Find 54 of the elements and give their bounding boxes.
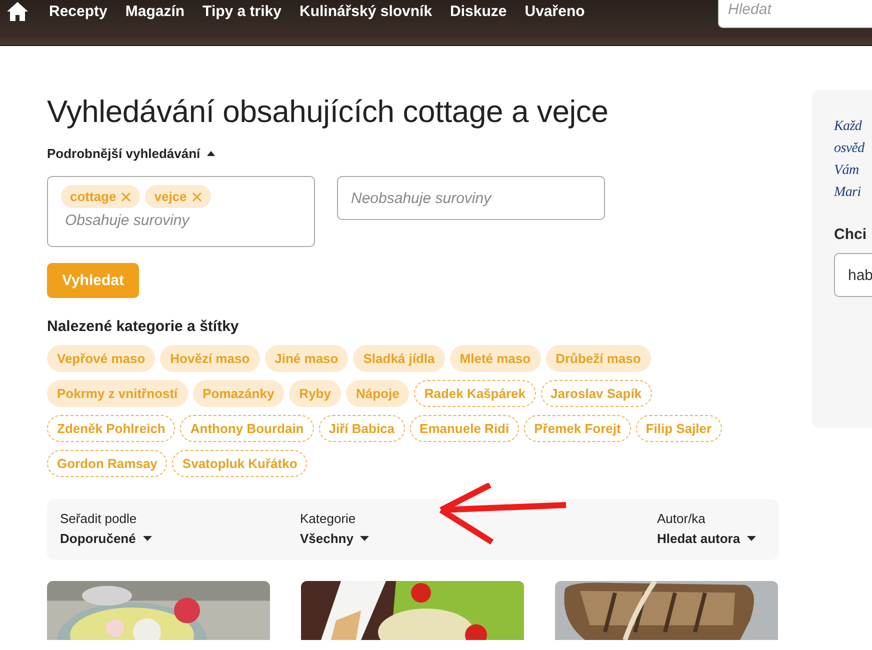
filter-label: Kategorie [300, 511, 357, 526]
nav-link[interactable]: Recepty [49, 3, 108, 20]
caret-icon [207, 151, 216, 156]
nav-link[interactable]: Magazín [125, 3, 185, 20]
category-tag[interactable]: Drůbeží maso [546, 345, 651, 372]
nav-link[interactable]: Kulinářský slovník [299, 3, 432, 20]
filter-label: Seřadit podle [60, 511, 138, 526]
sidebar-input-field[interactable]: hab [834, 253, 872, 297]
filter-dropdown[interactable]: Všechny [300, 531, 370, 546]
author-tag[interactable]: Emanuele Ridi [410, 415, 520, 442]
category-tag[interactable]: Hovězí maso [160, 345, 260, 372]
category-tag[interactable]: Sladká jídla [353, 345, 445, 372]
close-icon[interactable] [192, 192, 202, 202]
author-tag[interactable]: Filip Sajler [636, 415, 722, 442]
exclude-ingredients-field[interactable]: Neobsahuje suroviny [337, 176, 605, 220]
handwritten-note-line: Vám [834, 162, 860, 180]
caret-icon [360, 536, 370, 541]
page-title: Vyhledávání obsahujících cottage a vejce [47, 94, 610, 130]
author-tag[interactable]: Radek Kašpárek [414, 380, 536, 407]
category-tag[interactable]: Pomazánky [192, 380, 284, 407]
nav-link[interactable]: Uvařeno [524, 3, 585, 20]
ingredient-chip[interactable]: cottage [61, 185, 140, 208]
section-heading: Nalezené kategorie a štítky [47, 318, 240, 335]
category-tag[interactable]: Ryby [289, 380, 341, 407]
category-tag[interactable]: Pokrmy z vnitřností [47, 380, 188, 407]
category-tag[interactable]: Nápoje [346, 380, 410, 407]
handwritten-note-line: Mari [834, 184, 862, 202]
handwritten-note-line: Každ [834, 118, 863, 136]
author-tag[interactable]: Anthony Bourdain [180, 415, 314, 442]
search-button[interactable]: Vyhledat [47, 263, 139, 298]
author-tag[interactable]: Gordon Ramsay [47, 450, 168, 477]
sidebar-heading: Chci [834, 226, 868, 243]
category-tag[interactable]: Vepřové maso [47, 345, 156, 372]
home-icon[interactable] [7, 2, 28, 21]
nav-link[interactable]: Diskuze [450, 3, 507, 20]
search-field[interactable]: Hledat [718, 0, 872, 28]
advanced-search-toggle[interactable]: Podrobnější vyhledávání [47, 146, 216, 161]
author-tag[interactable]: Jaroslav Sapík [540, 380, 652, 407]
handwritten-note-line: osvěd [834, 140, 866, 158]
filter-label: Autor/ka [657, 511, 706, 526]
category-tag[interactable]: Mleté maso [450, 345, 541, 372]
nav-link[interactable]: Tipy a triky [202, 3, 282, 20]
ingredient-chip[interactable]: vejce [145, 185, 211, 208]
caret-icon [142, 536, 152, 541]
author-tag[interactable]: Zdeněk Pohlreich [47, 415, 176, 442]
category-tag[interactable]: Jiné maso [264, 345, 348, 372]
author-tag[interactable]: Svatopluk Kuřátko [172, 450, 308, 477]
include-ingredients-field[interactable]: cottage vejce Obsahuje suroviny [47, 176, 315, 247]
filter-dropdown[interactable]: Hledat autora [657, 531, 756, 546]
close-icon[interactable] [121, 192, 132, 202]
author-tag[interactable]: Přemek Forejt [524, 415, 631, 442]
caret-icon [747, 536, 756, 541]
filter-dropdown[interactable]: Doporučené [60, 531, 152, 546]
author-tag[interactable]: Jiří Babica [318, 415, 405, 442]
